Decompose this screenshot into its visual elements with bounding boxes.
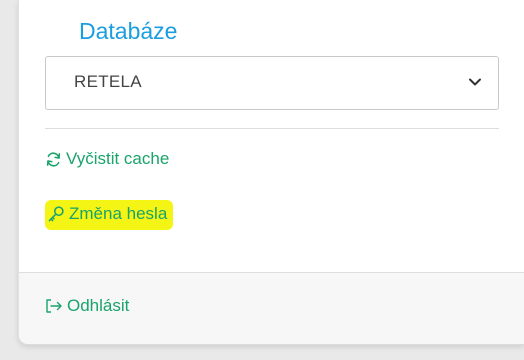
highlight-marker: Změna hesla [45,200,174,230]
database-label: Databáze [79,18,178,44]
chevron-down-icon [469,78,481,86]
divider [45,128,499,129]
clear-cache-link[interactable]: Vyčistit cache [45,149,169,169]
user-menu-panel: Databáze RETELA Vyčistit cache Změna hes… [18,0,524,345]
refresh-icon [46,152,61,166]
database-select[interactable]: RETELA [45,56,499,110]
logout-link[interactable]: Odhlásit [45,296,129,316]
change-password-label: Změna hesla [69,204,168,223]
change-password-link[interactable]: Změna hesla [45,200,174,230]
key-icon [48,206,64,222]
logout-icon [46,299,62,313]
clear-cache-label: Vyčistit cache [66,149,170,168]
database-select-value: RETELA [74,72,142,91]
logout-label: Odhlásit [67,296,130,315]
